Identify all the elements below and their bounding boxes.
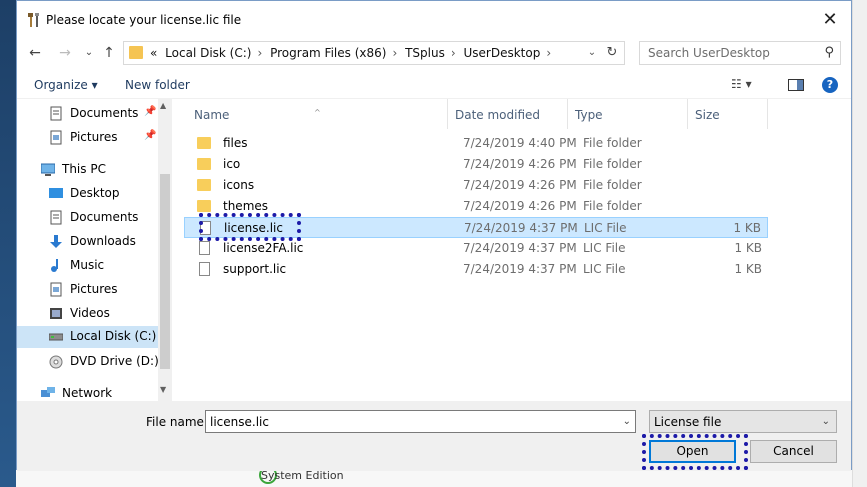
- sidebar-item-documents-quick[interactable]: Documents 📌: [49, 103, 172, 125]
- pictures-icon: [50, 130, 62, 145]
- cancel-button[interactable]: Cancel: [750, 440, 837, 463]
- refresh-icon[interactable]: ↻: [604, 44, 620, 62]
- chevron-right-icon: ›: [392, 46, 398, 60]
- music-icon: [51, 259, 58, 272]
- file-row-files[interactable]: files 7/24/2019 4:40 PM File folder: [184, 133, 768, 154]
- file-icon: [199, 262, 210, 276]
- title-bar: Please locate your license.lic file ✕: [17, 1, 851, 39]
- preview-pane-icon[interactable]: [788, 79, 804, 91]
- column-header-type[interactable]: Type: [575, 108, 603, 122]
- column-headers: ^ Name Date modified Type Size: [177, 99, 853, 129]
- dvd-icon: [49, 355, 63, 369]
- computer-icon: [41, 163, 55, 176]
- breadcrumb-local-disk[interactable]: Local Disk (C:): [165, 46, 251, 60]
- file-type-value: License file: [654, 415, 722, 429]
- scrollbar-thumb[interactable]: [160, 174, 170, 369]
- tools-icon: [28, 13, 39, 27]
- file-name-label: File name:: [146, 415, 208, 429]
- sidebar-item-pictures-quick[interactable]: Pictures 📌: [49, 127, 172, 149]
- file-row-ico[interactable]: ico 7/24/2019 4:26 PM File folder: [184, 154, 768, 175]
- chevron-right-icon: ›: [450, 46, 456, 60]
- command-bar: Organize ▾ New folder ☷ ▾ ?: [17, 71, 851, 99]
- search-box[interactable]: Search UserDesktop ⚲: [639, 41, 841, 65]
- folder-icon: [129, 46, 143, 59]
- chevron-down-icon[interactable]: ⌄: [623, 416, 631, 427]
- search-input[interactable]: Search UserDesktop: [648, 46, 770, 60]
- folder-icon: [197, 137, 211, 149]
- documents-icon: [50, 210, 62, 225]
- column-divider[interactable]: [447, 99, 448, 129]
- breadcrumb-tsplus[interactable]: TSplus: [405, 46, 445, 60]
- file-list: ^ Name Date modified Type Size files 7/2…: [177, 99, 853, 401]
- sidebar-item-dvd-drive[interactable]: DVD Drive (D:) IS: [49, 351, 172, 373]
- column-divider[interactable]: [767, 99, 768, 129]
- desktop-icon: [49, 188, 63, 198]
- chevron-right-icon: ›: [257, 46, 263, 60]
- pin-icon: 📌: [144, 130, 157, 141]
- close-button[interactable]: ✕: [815, 7, 845, 33]
- breadcrumb: « Local Disk (C:) › Program Files (x86) › …: [150, 46, 555, 60]
- sidebar-item-videos[interactable]: Videos: [49, 303, 172, 325]
- chevron-right-icon: ›: [546, 46, 552, 60]
- breadcrumb-overflow[interactable]: «: [150, 46, 157, 60]
- documents-icon: [50, 106, 62, 121]
- highlight-license-file: [199, 213, 301, 241]
- file-row-icons[interactable]: icons 7/24/2019 4:26 PM File folder: [184, 175, 768, 196]
- navigation-bar: ← → ⌄ ↑ « Local Disk (C:) › Program Files…: [17, 39, 851, 67]
- pin-icon: 📌: [144, 106, 157, 117]
- file-row-support-lic[interactable]: support.lic 7/24/2019 4:37 PM LIC File 1…: [184, 259, 768, 280]
- file-name-value[interactable]: license.lic: [210, 415, 269, 429]
- sidebar-scrollbar[interactable]: ▲ ▼: [158, 99, 172, 401]
- dialog-footer: File name: license.lic ⌄ License file ⌄ …: [17, 401, 851, 471]
- column-divider[interactable]: [687, 99, 688, 129]
- search-icon[interactable]: ⚲: [824, 45, 834, 60]
- pictures-icon: [50, 282, 62, 297]
- back-arrow-icon[interactable]: ←: [25, 43, 45, 63]
- column-divider[interactable]: [567, 99, 568, 129]
- sidebar-item-pictures[interactable]: Pictures: [49, 279, 172, 301]
- sort-ascending-icon: ^: [314, 108, 321, 117]
- folder-icon: [197, 200, 211, 212]
- file-icon: [199, 241, 210, 255]
- chevron-down-icon[interactable]: ⌄: [822, 416, 830, 427]
- address-bar[interactable]: « Local Disk (C:) › Program Files (x86) › …: [123, 41, 625, 65]
- sidebar-item-documents[interactable]: Documents: [49, 207, 172, 229]
- scroll-down-icon[interactable]: ▼: [160, 385, 166, 394]
- file-name-input[interactable]: license.lic ⌄: [205, 410, 636, 433]
- breadcrumb-program-files[interactable]: Program Files (x86): [270, 46, 386, 60]
- navigation-pane: Documents 📌 Pictures 📌 This PC Desktop D…: [17, 99, 172, 401]
- file-row-license2fa-lic[interactable]: license2FA.lic 7/24/2019 4:37 PM LIC Fil…: [184, 238, 768, 259]
- network-icon: [41, 387, 55, 397]
- background-app-edge: [852, 0, 867, 487]
- column-header-size[interactable]: Size: [695, 108, 720, 122]
- sidebar-item-music[interactable]: Music: [49, 255, 172, 277]
- videos-icon: [50, 308, 62, 319]
- sidebar-item-downloads[interactable]: Downloads: [49, 231, 172, 253]
- folder-icon: [197, 179, 211, 191]
- recent-locations-icon[interactable]: ⌄: [79, 43, 99, 63]
- drive-icon: [49, 333, 63, 341]
- sidebar-item-network[interactable]: Network: [41, 383, 172, 401]
- sidebar-item-local-disk[interactable]: Local Disk (C:): [17, 326, 158, 348]
- downloads-icon: [50, 235, 62, 248]
- column-header-date[interactable]: Date modified: [455, 108, 540, 122]
- sidebar-item-desktop[interactable]: Desktop: [49, 183, 172, 205]
- organize-button[interactable]: Organize ▾: [34, 78, 98, 92]
- help-icon[interactable]: ?: [822, 77, 838, 93]
- background-desktop: [0, 0, 16, 487]
- highlight-open-button: [642, 434, 748, 470]
- chevron-down-icon[interactable]: ⌄: [584, 44, 600, 62]
- forward-arrow-icon[interactable]: →: [55, 43, 75, 63]
- folder-icon: [197, 158, 211, 170]
- new-folder-button[interactable]: New folder: [125, 78, 190, 92]
- up-arrow-icon[interactable]: ↑: [99, 43, 119, 63]
- dialog-title: Please locate your license.lic file: [46, 13, 242, 27]
- column-header-name[interactable]: Name: [194, 108, 229, 122]
- open-file-dialog: Please locate your license.lic file ✕ ← …: [16, 0, 853, 471]
- breadcrumb-userdesktop[interactable]: UserDesktop: [463, 46, 540, 60]
- file-type-select[interactable]: License file ⌄: [649, 410, 837, 433]
- scroll-up-icon[interactable]: ▲: [160, 101, 166, 110]
- view-options-icon[interactable]: ☷ ▾: [731, 77, 767, 93]
- sidebar-item-this-pc[interactable]: This PC: [41, 159, 172, 181]
